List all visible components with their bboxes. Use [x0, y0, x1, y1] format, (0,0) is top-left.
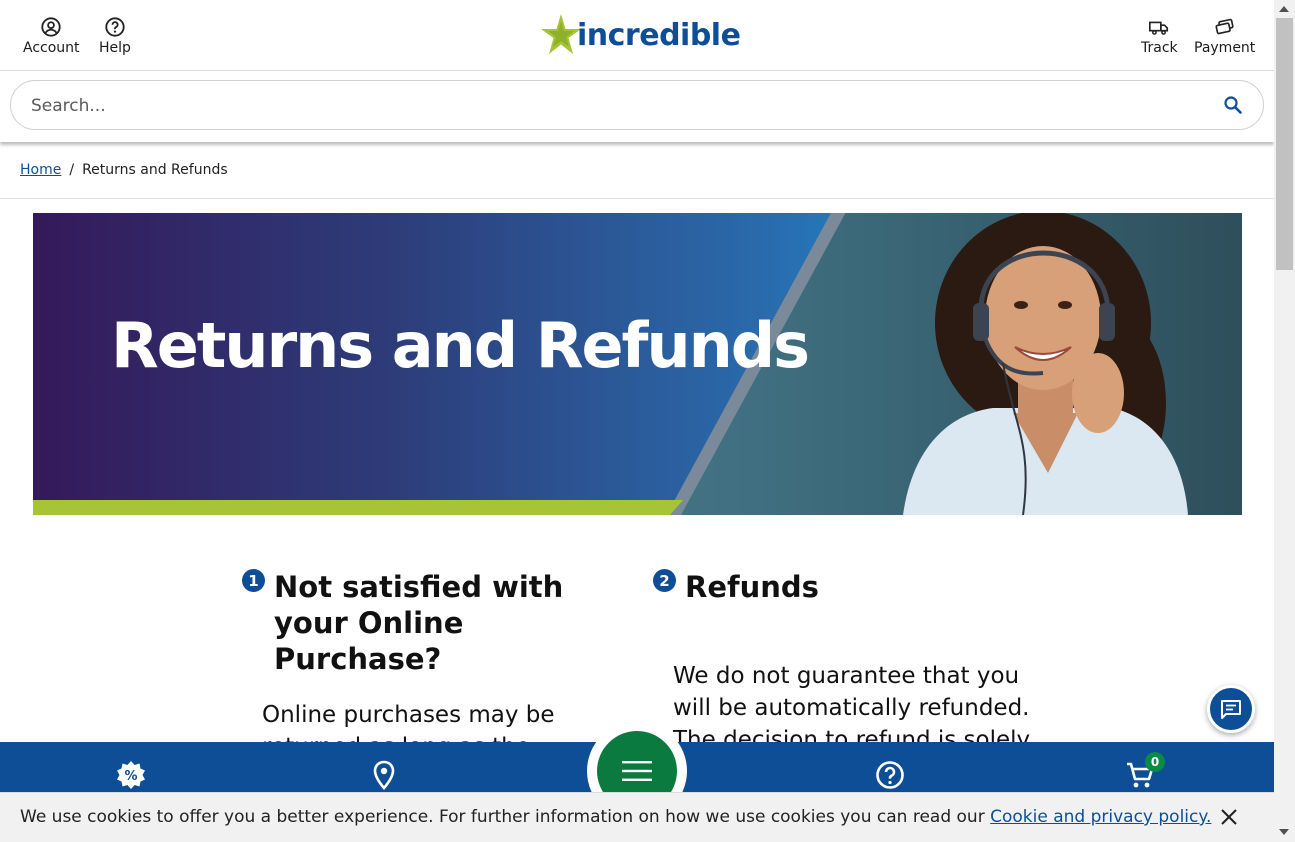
promo-icon[interactable]: % [116, 760, 146, 790]
breadcrumb: Home / Returns and Refunds [20, 162, 228, 178]
track-button[interactable]: Track [1141, 16, 1178, 56]
title-line: your Online [274, 606, 464, 640]
scroll-thumb[interactable] [1276, 18, 1293, 270]
cart-count-badge: 0 [1145, 752, 1165, 772]
location-icon[interactable] [369, 760, 399, 790]
banner-title: Returns and Refunds [111, 309, 810, 382]
brand-name: incredible [577, 17, 741, 53]
svg-text:%: % [124, 769, 137, 784]
truck-icon [1149, 21, 1169, 35]
section-title-not-satisfied: Not satisfied with your Online Purchase? [274, 569, 563, 677]
section-number-badge: 2 [653, 569, 676, 592]
search-box[interactable] [10, 80, 1264, 130]
title-line: Purchase? [274, 642, 442, 676]
chat-button[interactable] [1207, 685, 1255, 733]
brand-logo[interactable]: incredible [537, 12, 741, 58]
body-line: Online purchases may be [262, 702, 555, 728]
track-label: Track [1141, 40, 1178, 56]
close-icon[interactable] [1218, 806, 1240, 828]
banner-green-band [33, 500, 683, 515]
hero-banner: Returns and Refunds [33, 213, 1242, 515]
help-label: Help [99, 40, 131, 56]
title-line: Not satisfied with [274, 570, 564, 604]
section-title-refunds: Refunds [685, 569, 819, 605]
title-line: Refunds [685, 570, 819, 604]
help-icon[interactable] [875, 760, 905, 790]
search-icon[interactable] [1223, 95, 1243, 115]
account-icon [41, 17, 61, 37]
site-header: Account Help incredible Track Payment [0, 0, 1274, 71]
divider [0, 198, 1274, 199]
scroll-up-arrow[interactable] [1279, 6, 1289, 12]
cookie-message: We use cookies to offer you a better exp… [20, 807, 1211, 827]
account-button[interactable]: Account [23, 16, 80, 56]
payment-button[interactable]: Payment [1194, 16, 1255, 56]
breadcrumb-separator: / [69, 162, 75, 178]
support-agent-image [903, 213, 1188, 515]
payment-icon [1215, 18, 1234, 35]
breadcrumb-home-link[interactable]: Home [20, 162, 61, 178]
scrollbar[interactable] [1274, 0, 1295, 842]
menu-icon [622, 761, 652, 781]
account-label: Account [23, 40, 80, 56]
chat-icon [1221, 700, 1241, 719]
scroll-down-arrow[interactable] [1279, 829, 1289, 835]
cookie-banner: We use cookies to offer you a better exp… [0, 792, 1274, 842]
cookie-text: We use cookies to offer you a better exp… [20, 807, 991, 827]
search-bar [0, 71, 1274, 142]
breadcrumb-current: Returns and Refunds [82, 162, 228, 178]
payment-label: Payment [1194, 40, 1256, 56]
help-icon [105, 17, 125, 37]
body-line: will be automatically refunded. [673, 695, 1030, 721]
section-number-badge: 1 [242, 569, 265, 592]
body-line: We do not guarantee that you [673, 663, 1020, 689]
help-button[interactable]: Help [99, 16, 131, 56]
cookie-policy-link[interactable]: Cookie and privacy policy. [990, 807, 1211, 827]
search-input[interactable] [31, 93, 1181, 119]
